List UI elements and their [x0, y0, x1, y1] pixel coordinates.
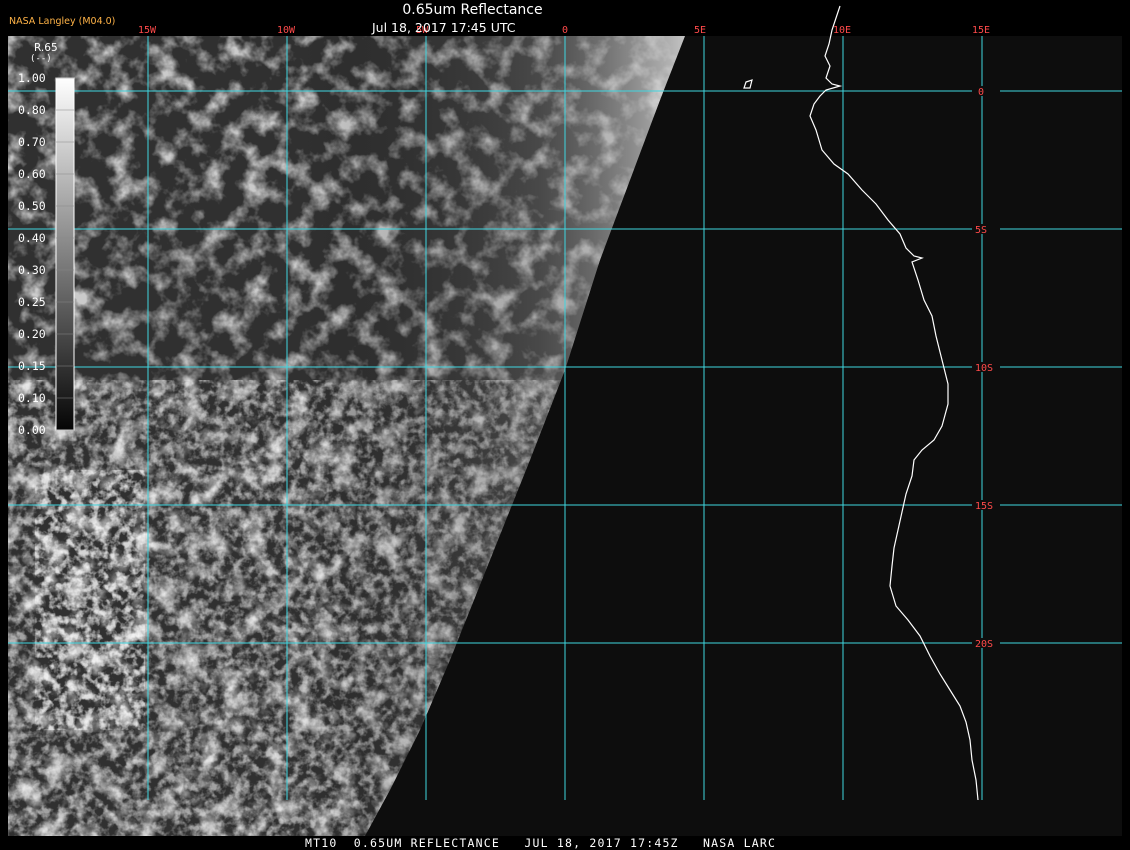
latitude-label-bg [972, 86, 1000, 96]
legend-tick-label: 0.10 [18, 391, 46, 405]
legend-tick-label: 0.00 [18, 423, 46, 437]
latitude-label: 15S [975, 501, 993, 512]
legend-tick-label: 0.15 [18, 359, 46, 373]
legend-tick-label: 0.40 [18, 231, 46, 245]
legend-tick-label: 1.00 [18, 71, 46, 85]
legend-tick-label: 0.50 [18, 199, 46, 213]
image-title: 0.65um Reflectance [402, 2, 543, 18]
legend-unit: (--) [30, 54, 52, 64]
legend-tick-label: 0.25 [18, 295, 46, 309]
bright-cloud-band [35, 470, 145, 730]
legend-tick-label: 0.30 [18, 263, 46, 277]
longitude-label: 5E [694, 25, 706, 36]
legend-tick-label: 0.60 [18, 167, 46, 181]
legend-tick-label: 0.20 [18, 327, 46, 341]
longitude-label: 15E [972, 25, 990, 36]
longitude-label: 10E [833, 25, 851, 36]
longitude-label: 10W [277, 25, 296, 36]
longitude-label: 0 [562, 25, 568, 36]
longitude-label: 15W [138, 25, 157, 36]
latitude-label: 5S [975, 225, 987, 236]
legend-variable: R.65 [34, 42, 58, 54]
latitude-label: 10S [975, 363, 993, 374]
satellite-map: 15W 10W 5W 0 5E 10E 15E05S10S15S20S 1.000.800.… [8, 5, 1122, 836]
legend-tick-label: 0.80 [18, 103, 46, 117]
legend-tick-label: 0.70 [18, 135, 46, 149]
footer-caption: MT10 0.65UM REFLECTANCE JUL 18, 2017 17:… [305, 836, 777, 850]
image-datetime: Jul 18, 2017 17:45 UTC [372, 20, 516, 35]
legend-colorbar [55, 77, 75, 431]
latitude-label: 0 [978, 87, 984, 98]
latitude-label: 20S [975, 639, 993, 650]
